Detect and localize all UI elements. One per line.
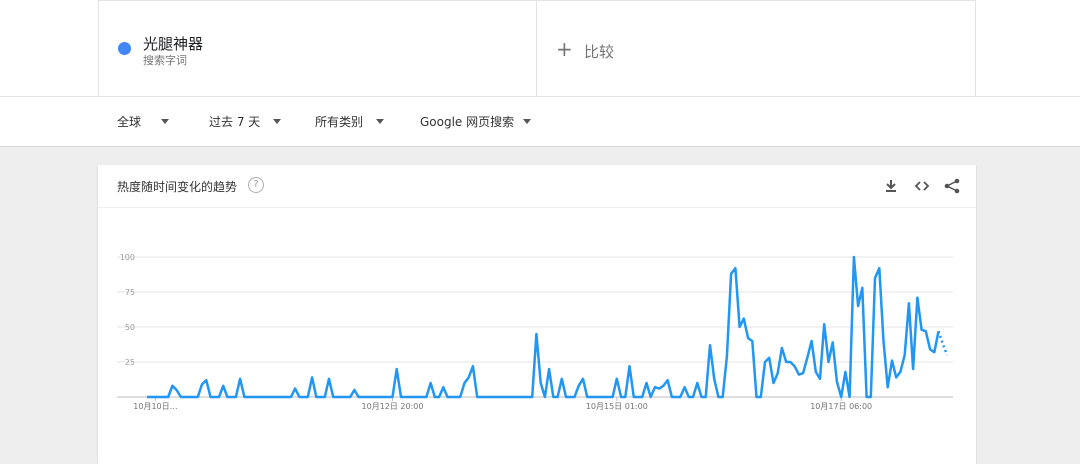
search-term-card[interactable]: 光腿神器 搜索字词 <box>98 0 537 96</box>
time-range-label: 过去 7 天 <box>209 115 261 129</box>
search-header: 光腿神器 搜索字词 + 比较 全球 过去 7 天 所有类别 Google 网页搜… <box>0 0 1080 147</box>
category-dropdown[interactable]: 所有类别 <box>315 113 384 130</box>
share-icon[interactable] <box>943 177 961 195</box>
term-name[interactable]: 光腿神器 <box>143 33 203 54</box>
embed-icon[interactable] <box>913 177 931 195</box>
chevron-down-icon <box>375 119 384 124</box>
interest-line-chart: 100 75 50 25 10月10日… 10月12日 20:00 10月15日 01:00… <box>117 253 953 411</box>
x-tick-label: 10月12日 20:00 <box>362 402 424 411</box>
search-type-dropdown[interactable]: Google 网页搜索 <box>420 113 531 130</box>
time-range-dropdown[interactable]: 过去 7 天 <box>209 113 282 130</box>
partial-data-line <box>937 330 949 356</box>
region-label: 全球 <box>117 115 142 129</box>
terms-row: 光腿神器 搜索字词 + 比较 <box>0 0 1080 97</box>
compare-label: 比较 <box>584 43 615 61</box>
chevron-down-icon <box>160 119 169 124</box>
chevron-down-icon <box>522 119 531 124</box>
y-tick-label: 25 <box>125 358 135 367</box>
search-type-label: Google 网页搜索 <box>420 115 515 129</box>
y-tick-label: 100 <box>120 253 135 262</box>
x-tick-label: 10月10日… <box>133 402 177 411</box>
compare-button[interactable]: + 比较 <box>537 0 976 96</box>
y-tick-label: 75 <box>125 288 135 297</box>
term-type-label: 搜索字词 <box>143 54 187 67</box>
chevron-down-icon <box>273 119 282 124</box>
plus-icon: + <box>556 37 573 61</box>
card-title: 热度随时间变化的趋势 <box>117 180 238 194</box>
term-color-dot <box>118 42 131 55</box>
help-icon[interactable]: ? <box>248 177 264 193</box>
download-icon[interactable] <box>882 177 900 195</box>
filters-bar: 全球 过去 7 天 所有类别 Google 网页搜索 <box>0 97 1080 146</box>
y-tick-label: 50 <box>125 323 135 332</box>
category-label: 所有类别 <box>315 115 364 129</box>
region-dropdown[interactable]: 全球 <box>117 113 169 130</box>
interest-over-time-card: 热度随时间变化的趋势 ? 10075502510月10日…10月12日 <box>98 165 976 464</box>
x-tick-label: 10月17日 06:00 <box>810 402 872 411</box>
card-header: 热度随时间变化的趋势 ? <box>98 165 976 208</box>
x-tick-label: 10月15日 01:00 <box>586 402 648 411</box>
